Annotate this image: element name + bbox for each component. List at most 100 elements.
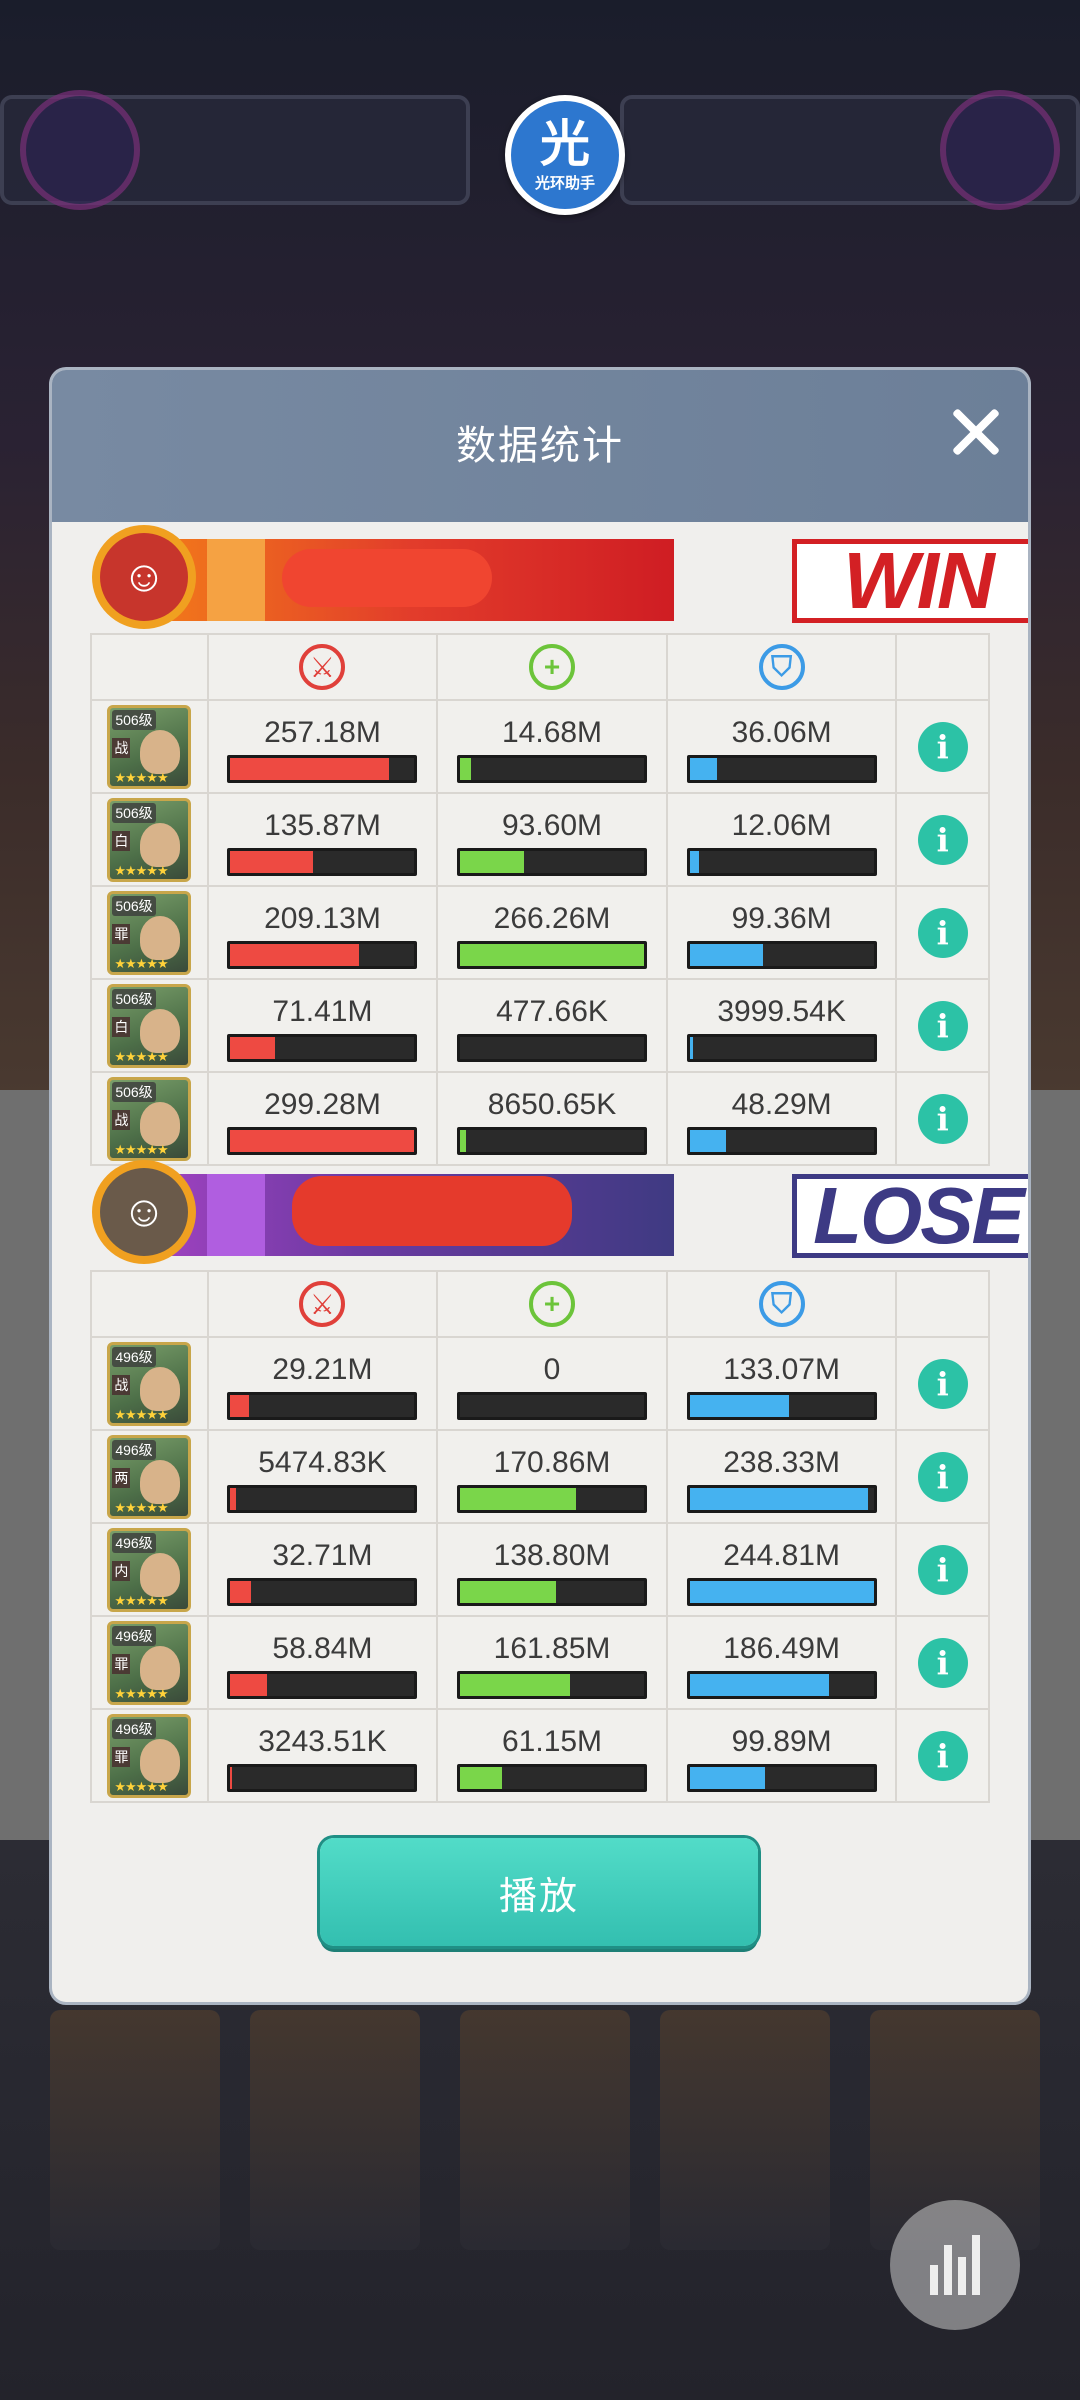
defense-bar xyxy=(686,847,877,876)
hero-portrait[interactable]: 506级 白 ★★★★★ xyxy=(107,983,192,1068)
modal-title: 数据统计 xyxy=(456,424,624,468)
heal-value: 14.68M xyxy=(501,715,603,749)
hero-portrait[interactable]: 506级 罪 ★★★★★ xyxy=(107,890,192,975)
info-icon[interactable]: i xyxy=(917,1544,968,1595)
damage-bar-fill xyxy=(230,757,389,780)
info-icon[interactable]: i xyxy=(917,814,968,865)
damage-bar xyxy=(227,1033,418,1062)
heal-value: 61.15M xyxy=(501,1724,603,1758)
team-b-stats-table: ⚔ + ⛉ 496级 战 ★★★★★ 29.21M 0 133.07M i 49… xyxy=(90,1270,990,1803)
plus-icon: + xyxy=(529,1281,576,1327)
heal-bar-fill xyxy=(460,757,472,780)
hero-stars: ★★★★★ xyxy=(114,1685,168,1701)
hero-portrait[interactable]: 496级 内 ★★★★★ xyxy=(107,1527,192,1612)
defense-value: 133.07M xyxy=(723,1352,840,1386)
hero-stars: ★★★★★ xyxy=(114,1048,168,1064)
close-icon[interactable] xyxy=(944,400,1008,464)
heal-bar xyxy=(457,940,648,969)
defense-bar-fill xyxy=(689,943,764,966)
team-a-stats-table: ⚔ + ⛉ 506级 战 ★★★★★ 257.18M 14.68M 36.06M… xyxy=(90,633,990,1166)
info-icon[interactable]: i xyxy=(917,1637,968,1688)
info-icon[interactable]: i xyxy=(917,1093,968,1144)
info-icon[interactable]: i xyxy=(917,1000,968,1051)
redacted-name xyxy=(282,549,492,607)
defense-value: 244.81M xyxy=(723,1538,840,1572)
heal-bar-fill xyxy=(460,1766,503,1789)
hero-portrait[interactable]: 496级 罪 ★★★★★ xyxy=(107,1713,192,1798)
hero-face xyxy=(140,1738,181,1783)
hero-portrait[interactable]: 496级 两 ★★★★★ xyxy=(107,1434,192,1519)
heal-bar xyxy=(457,1033,648,1062)
hero-portrait[interactable]: 506级 白 ★★★★★ xyxy=(107,797,192,882)
defense-value: 12.06M xyxy=(731,808,832,842)
stats-bubble-icon[interactable] xyxy=(890,2200,1020,2330)
heal-bar xyxy=(457,1484,648,1513)
damage-value: 299.28M xyxy=(264,1087,381,1121)
info-icon[interactable]: i xyxy=(917,907,968,958)
hero-level: 506级 xyxy=(112,802,156,823)
damage-bar xyxy=(227,1126,418,1155)
guild-flag-icon xyxy=(207,539,265,621)
damage-bar-fill xyxy=(230,1129,415,1152)
hero-level: 506级 xyxy=(112,988,156,1009)
team-b-banner: ☺ LOSE xyxy=(92,1160,1028,1264)
hero-stars: ★★★★★ xyxy=(114,1592,168,1608)
team-a-avatar[interactable]: ☺ xyxy=(92,525,196,629)
shield-icon: ⛉ xyxy=(758,1281,805,1327)
damage-value: 71.41M xyxy=(272,994,373,1028)
hero-stats-row: 506级 罪 ★★★★★ 209.13M 266.26M 99.36M i xyxy=(90,885,990,980)
hero-faction-tag: 两 xyxy=(112,1467,131,1488)
heal-value: 138.80M xyxy=(493,1538,611,1572)
heal-bar xyxy=(457,754,648,783)
defense-bar xyxy=(686,754,877,783)
defense-bar-fill xyxy=(689,1766,766,1789)
defense-bar-fill xyxy=(689,850,699,873)
hero-stats-row: 506级 白 ★★★★★ 71.41M 477.66K 3999.54K i xyxy=(90,978,990,1073)
hero-stats-row: 506级 白 ★★★★★ 135.87M 93.60M 12.06M i xyxy=(90,792,990,887)
hero-portrait[interactable]: 506级 战 ★★★★★ xyxy=(107,1076,192,1161)
app-logo[interactable]: 光 光环助手 xyxy=(505,95,625,215)
defense-bar xyxy=(686,940,877,969)
hero-face xyxy=(140,915,181,960)
heal-bar-fill xyxy=(460,1673,571,1696)
team-b-avatar[interactable]: ☺ xyxy=(92,1160,196,1264)
hero-faction-tag: 罪 xyxy=(112,1746,131,1767)
defense-bar-fill xyxy=(689,1394,789,1417)
defense-value: 186.49M xyxy=(723,1631,840,1665)
hero-portrait[interactable]: 496级 战 ★★★★★ xyxy=(107,1341,192,1426)
defense-value: 99.36M xyxy=(731,901,832,935)
hero-face xyxy=(140,1101,181,1146)
heal-value: 266.26M xyxy=(493,901,611,935)
hero-faction-tag: 罪 xyxy=(112,1653,131,1674)
hero-portrait[interactable]: 506级 战 ★★★★★ xyxy=(107,704,192,789)
hero-faction-tag: 白 xyxy=(112,830,131,851)
info-icon[interactable]: i xyxy=(917,1451,968,1502)
defense-bar xyxy=(686,1484,877,1513)
damage-bar-fill xyxy=(230,1036,275,1059)
damage-bar xyxy=(227,847,418,876)
damage-value: 3243.51K xyxy=(258,1724,387,1758)
logo-character: 光 xyxy=(540,115,590,172)
hero-stars: ★★★★★ xyxy=(114,862,168,878)
heal-value: 8650.65K xyxy=(487,1087,617,1121)
damage-value: 209.13M xyxy=(264,901,381,935)
hero-portrait[interactable]: 496级 罪 ★★★★★ xyxy=(107,1620,192,1705)
damage-bar-fill xyxy=(230,943,360,966)
heal-value: 93.60M xyxy=(501,808,603,842)
data-stats-modal: 数据统计 ☺ WIN ⚔ + ⛉ 506级 战 ★★★★★ 257.18M 14… xyxy=(52,370,1028,2002)
defense-value: 48.29M xyxy=(731,1087,832,1121)
hero-stars: ★★★★★ xyxy=(114,1499,168,1515)
heal-value: 0 xyxy=(543,1352,561,1386)
damage-bar-fill xyxy=(230,1487,236,1510)
hero-face xyxy=(140,1366,181,1411)
defense-bar xyxy=(686,1670,877,1699)
hero-level: 496级 xyxy=(112,1718,156,1739)
hero-face xyxy=(140,1008,181,1053)
info-icon[interactable]: i xyxy=(917,1358,968,1409)
info-icon[interactable]: i xyxy=(917,721,968,772)
hero-stats-row: 496级 战 ★★★★★ 29.21M 0 133.07M i xyxy=(90,1336,990,1431)
heal-bar-fill xyxy=(460,1129,466,1152)
info-icon[interactable]: i xyxy=(917,1730,968,1781)
damage-value: 135.87M xyxy=(264,808,381,842)
play-button[interactable]: 播放 xyxy=(320,1838,758,1946)
